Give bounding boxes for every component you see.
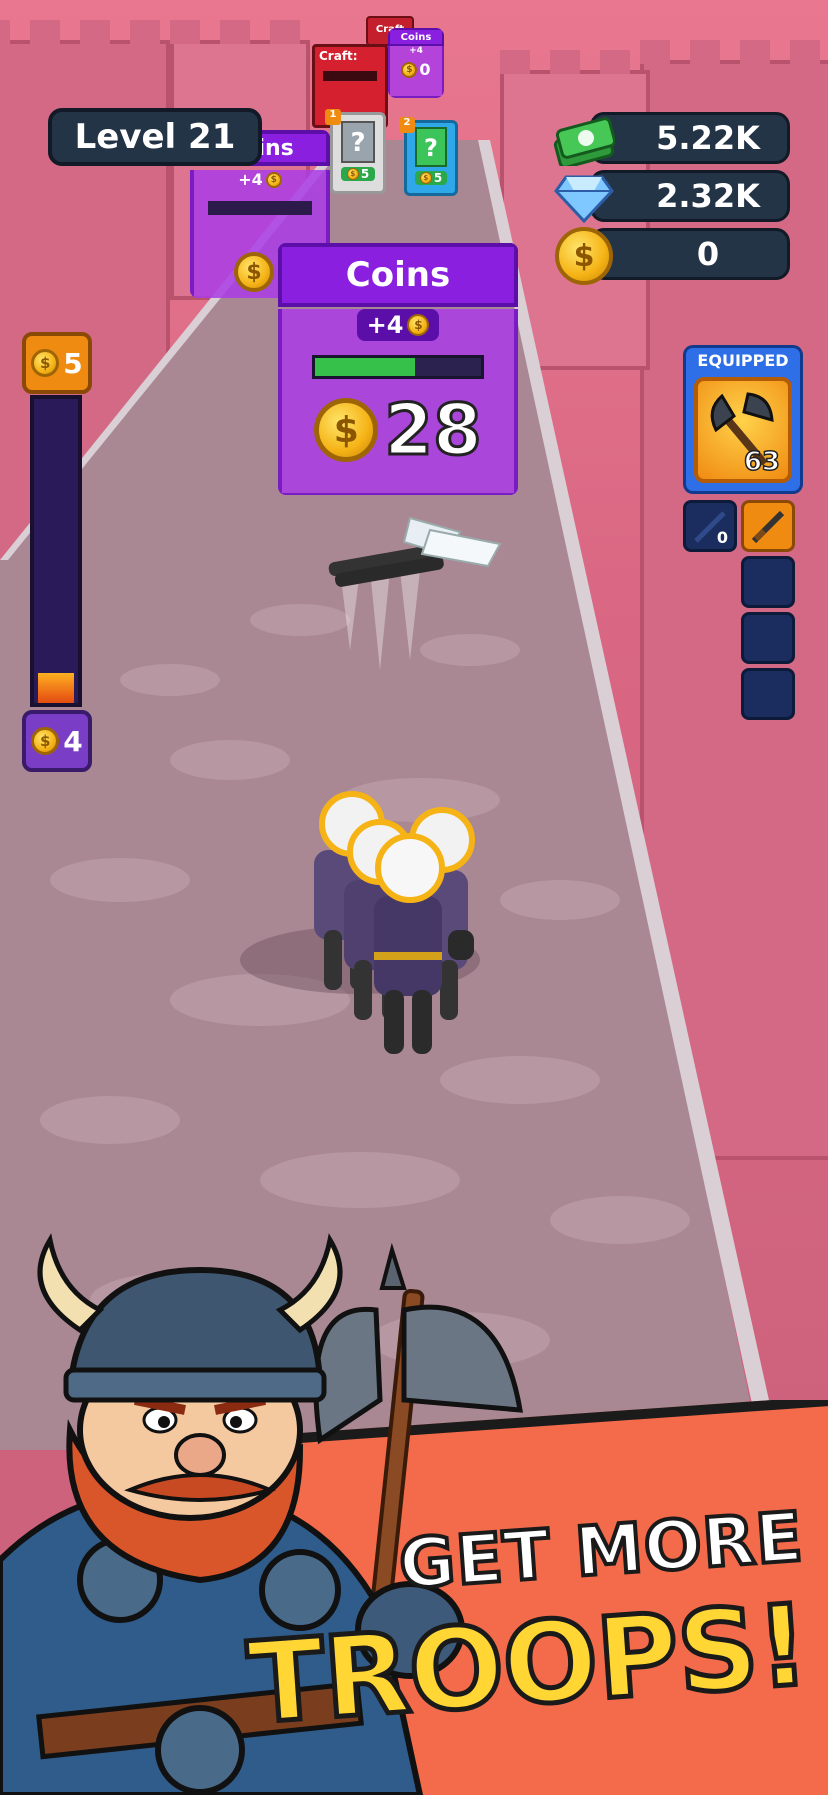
gem-counter: 2.32K — [554, 170, 790, 223]
coin-icon: $ — [401, 61, 418, 78]
troop-squad — [314, 791, 475, 1054]
meter-fill — [38, 672, 74, 703]
coin-counter: $ 0 — [555, 227, 790, 285]
inventory-slot-sword[interactable]: 0 — [683, 500, 737, 552]
equipped-weapon-count: 63 — [743, 446, 781, 478]
card-1-number: 1 — [325, 109, 341, 125]
far-coins-title: Coins — [388, 28, 444, 46]
meter-track — [30, 395, 82, 707]
meter-top-value: 5 — [63, 346, 83, 380]
coin-icon: $ — [407, 314, 430, 336]
coin-icon: $ — [234, 252, 274, 292]
card-2-cost: 5 — [433, 171, 443, 185]
coin-icon: $ — [551, 223, 617, 289]
meter-bottom-cap: $ 4 — [22, 710, 92, 772]
coins-gate-value: 28 — [383, 388, 483, 473]
coin-value: 0 — [696, 235, 720, 273]
coin-icon: $ — [346, 168, 359, 180]
coins-gate-progress-fill — [315, 358, 415, 376]
inventory-slot-empty-1[interactable] — [741, 556, 795, 608]
coins-gate-progress-track — [312, 355, 484, 379]
equipped-panel[interactable]: EQUIPPED 63 0 — [683, 345, 803, 720]
inventory-slot-dagger[interactable] — [741, 500, 795, 552]
level-label: Level 21 — [74, 117, 236, 157]
card-1-mystery-icon: ? — [341, 121, 375, 163]
coins-gate-title: Coins — [278, 243, 518, 307]
coin-icon: $ — [419, 172, 432, 184]
far-coins-value: 0 — [419, 60, 431, 79]
meter-top-cap: $ 5 — [22, 332, 92, 394]
coin-icon: $ — [31, 727, 60, 755]
gem-value: 2.32K — [656, 177, 760, 215]
equipped-header: EQUIPPED — [683, 345, 803, 371]
flying-axes — [328, 516, 502, 670]
coins-gate-bonus: +4 — [366, 311, 404, 339]
cash-counter: 5.22K — [553, 112, 790, 166]
card-2-number: 2 — [399, 117, 415, 133]
coin-icon: $ — [31, 349, 60, 377]
slot-sword-count: 0 — [716, 528, 728, 547]
inventory-slot-empty-2[interactable] — [741, 612, 795, 664]
diamond-icon — [551, 165, 617, 231]
far-coins-bonus: +4 — [409, 46, 423, 56]
craft-label: Craft: — [319, 49, 358, 63]
dagger-icon — [751, 510, 785, 544]
coin-icon: $ — [314, 398, 379, 462]
coins-gate: Coins +4 $ $ 28 — [278, 243, 518, 495]
coins-gate-back-bonus: +4 — [238, 170, 263, 189]
coin-icon: $ — [265, 171, 282, 188]
cash-stack-icon — [551, 107, 617, 173]
cash-value: 5.22K — [656, 119, 760, 157]
upgrade-card-2: 2 ? $ 5 — [399, 117, 458, 196]
equipped-weapon-slot[interactable]: 63 — [694, 377, 792, 483]
meter-bottom-value: 4 — [63, 724, 83, 758]
card-2-mystery-icon: ? — [415, 127, 447, 167]
level-indicator: Level 21 — [48, 108, 262, 166]
upgrade-card-1: 1 ? $ 5 — [325, 109, 386, 194]
card-1-cost: 5 — [360, 167, 370, 181]
inventory-slot-empty-3[interactable] — [741, 668, 795, 720]
far-coins-gate: Coins +4 $ 0 — [388, 28, 444, 98]
